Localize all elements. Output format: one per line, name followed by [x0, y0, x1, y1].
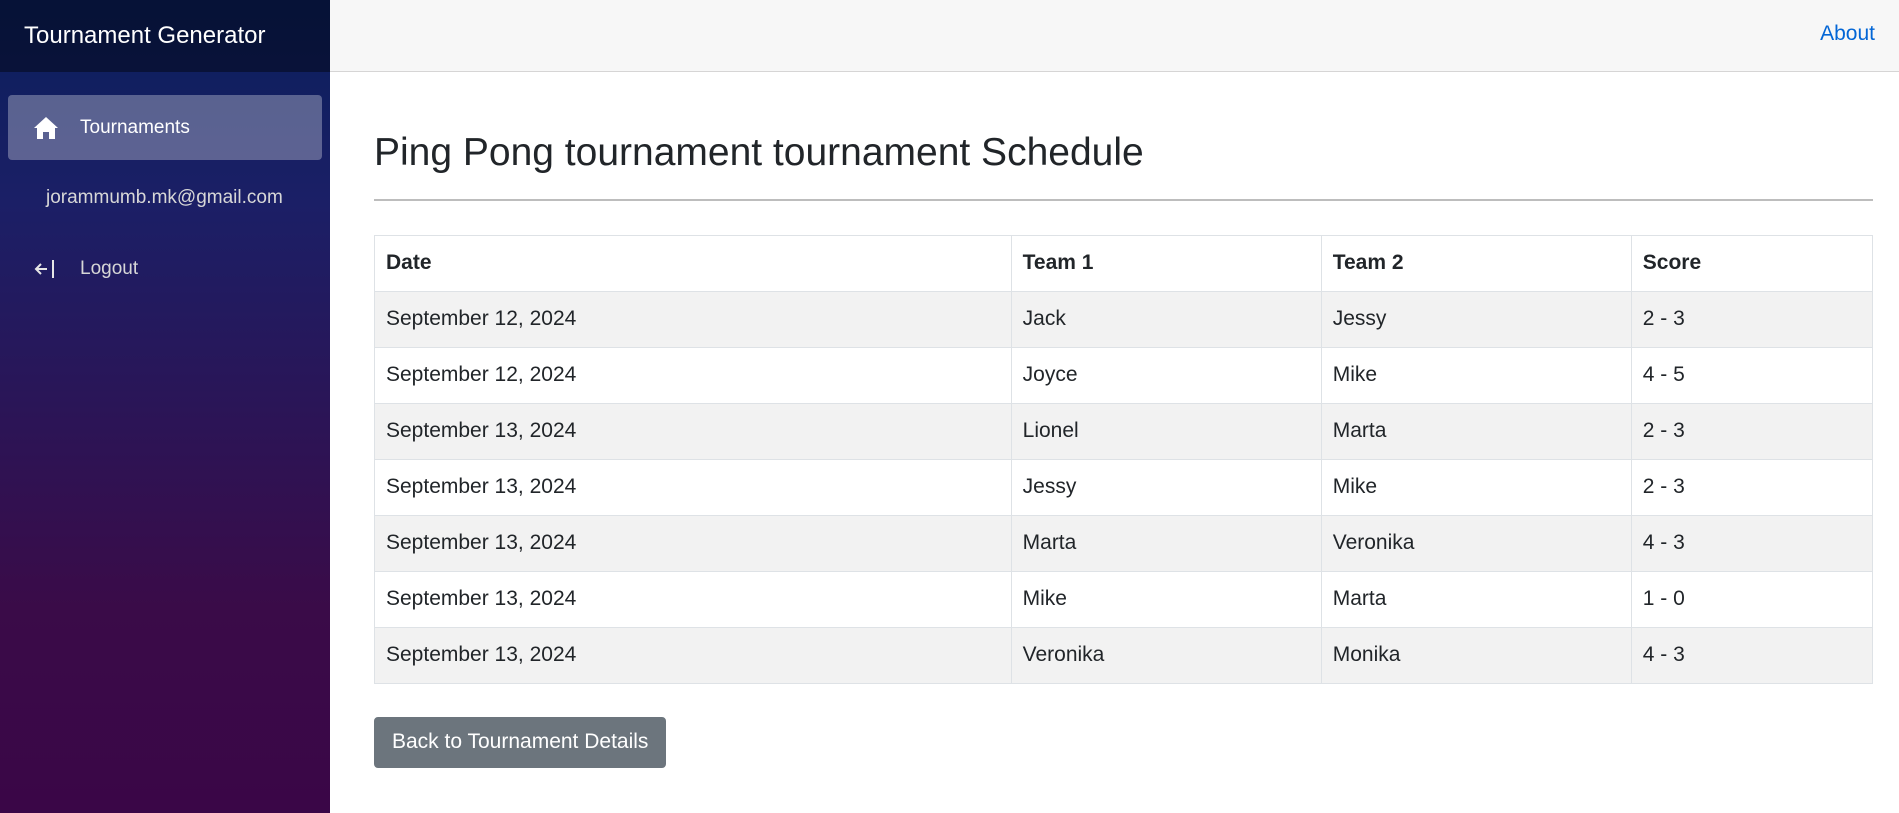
table-header-row: Date Team 1 Team 2 Score: [374, 234, 1874, 292]
sidebar-item-label: Logout: [80, 257, 139, 279]
team1-cell: Jack: [1010, 290, 1322, 348]
score-cell: 2 - 3: [1630, 402, 1874, 460]
column-header: Team 1: [1010, 234, 1322, 292]
home-icon: [32, 114, 60, 142]
page-title: Ping Pong tournament tournament Schedule: [374, 131, 1144, 174]
divider: [374, 198, 1873, 201]
score-cell: 4 - 3: [1630, 626, 1874, 684]
team1-cell: Jessy: [1010, 458, 1322, 516]
score-cell: 2 - 3: [1630, 458, 1874, 516]
sidebar: Tournament Generator Tournaments jorammu…: [0, 0, 330, 813]
column-header: Score: [1630, 234, 1874, 292]
team1-cell: Joyce: [1010, 346, 1322, 404]
table-row: September 13, 2024 Lionel Marta 2 - 3: [374, 402, 1874, 460]
date-cell: September 13, 2024: [374, 570, 1012, 628]
team1-cell: Veronika: [1010, 626, 1322, 684]
table-row: September 12, 2024 Jack Jessy 2 - 3: [374, 290, 1874, 348]
table-row: September 13, 2024 Marta Veronika 4 - 3: [374, 514, 1874, 572]
date-cell: September 12, 2024: [374, 346, 1012, 404]
score-cell: 1 - 0: [1630, 570, 1874, 628]
top-bar: About: [330, 0, 1899, 72]
sidebar-nav: Tournaments jorammumb.mk@gmail.com Logou…: [0, 72, 330, 301]
date-cell: September 13, 2024: [374, 626, 1012, 684]
table-row: September 13, 2024 Veronika Monika 4 - 3: [374, 626, 1874, 684]
back-to-tournament-details-button[interactable]: Back to Tournament Details: [374, 716, 667, 768]
score-cell: 2 - 3: [1630, 290, 1874, 348]
sidebar-item-tournaments[interactable]: Tournaments: [8, 95, 322, 160]
score-cell: 4 - 5: [1630, 346, 1874, 404]
table-row: September 13, 2024 Mike Marta 1 - 0: [374, 570, 1874, 628]
table-row: September 12, 2024 Joyce Mike 4 - 5: [374, 346, 1874, 404]
app-brand[interactable]: Tournament Generator: [0, 0, 330, 72]
schedule-table: Date Team 1 Team 2 Score September 12, 2…: [374, 234, 1874, 684]
team1-cell: Lionel: [1010, 402, 1322, 460]
team1-cell: Mike: [1010, 570, 1322, 628]
team2-cell: Marta: [1320, 570, 1632, 628]
about-link[interactable]: About: [1820, 22, 1875, 46]
team1-cell: Marta: [1010, 514, 1322, 572]
logout-icon: [32, 255, 60, 283]
sidebar-item-label: Tournaments: [80, 116, 190, 138]
column-header: Date: [374, 234, 1012, 292]
table-row: September 13, 2024 Jessy Mike 2 - 3: [374, 458, 1874, 516]
user-email: jorammumb.mk@gmail.com: [46, 187, 283, 208]
date-cell: September 13, 2024: [374, 458, 1012, 516]
date-cell: September 12, 2024: [374, 290, 1012, 348]
team2-cell: Jessy: [1320, 290, 1632, 348]
team2-cell: Mike: [1320, 458, 1632, 516]
main-content: Ping Pong tournament tournament Schedule…: [374, 72, 1874, 768]
date-cell: September 13, 2024: [374, 402, 1012, 460]
team2-cell: Veronika: [1320, 514, 1632, 572]
score-cell: 4 - 3: [1630, 514, 1874, 572]
column-header: Team 2: [1320, 234, 1632, 292]
team2-cell: Mike: [1320, 346, 1632, 404]
date-cell: September 13, 2024: [374, 514, 1012, 572]
team2-cell: Monika: [1320, 626, 1632, 684]
sidebar-item-logout[interactable]: Logout: [8, 236, 322, 301]
team2-cell: Marta: [1320, 402, 1632, 460]
